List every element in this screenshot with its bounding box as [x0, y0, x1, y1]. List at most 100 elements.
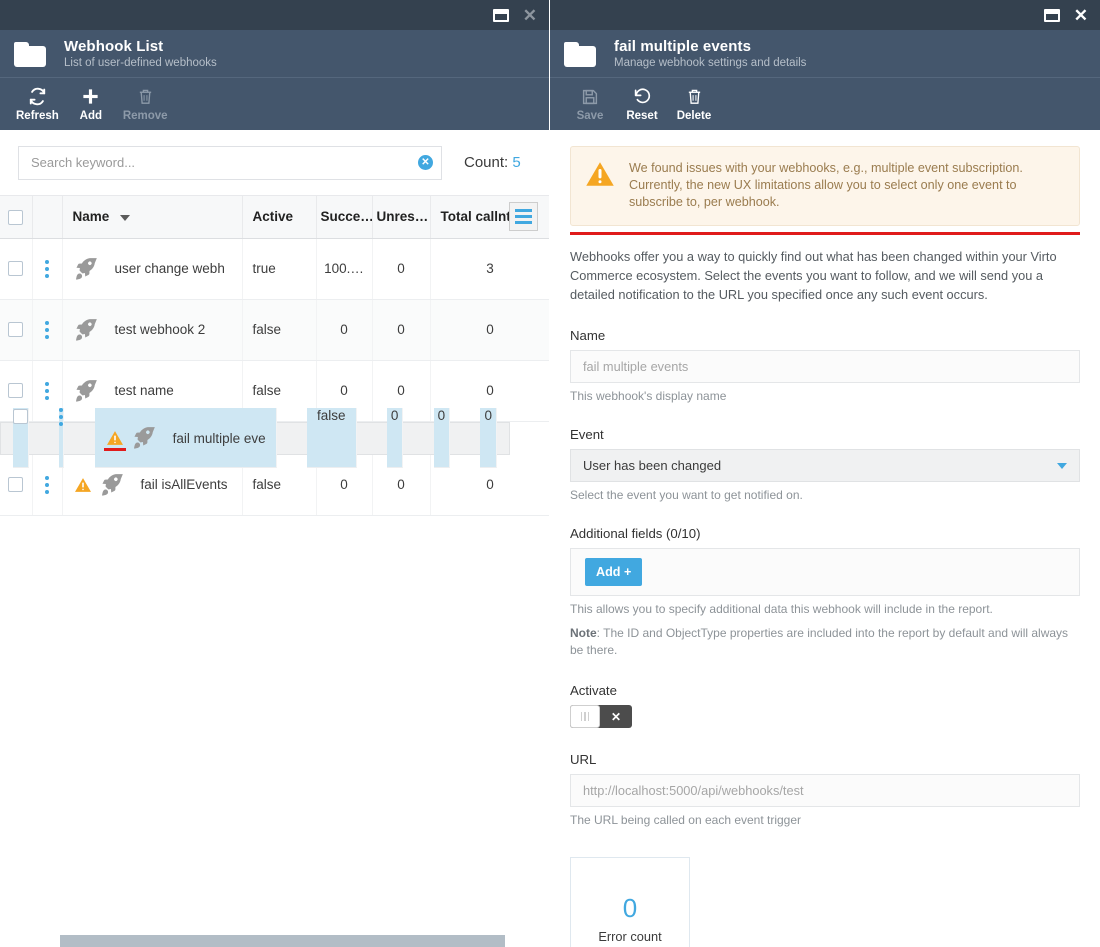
delete-label: Delete [676, 109, 712, 122]
row-actions-cell [32, 299, 63, 361]
note-text: : The ID and ObjectType properties are i… [570, 626, 1069, 657]
row-checkbox[interactable] [8, 383, 24, 399]
refresh-label: Refresh [16, 109, 59, 122]
close-icon[interactable]: ✕ [1074, 7, 1088, 24]
row-checkbox[interactable] [8, 261, 24, 277]
warning-underline [103, 448, 126, 451]
delete-button[interactable]: Delete [668, 87, 720, 122]
row-success: 100.… [316, 238, 373, 300]
row-unresolved: 0 [372, 238, 431, 300]
validation-rule-line [570, 232, 1080, 235]
left-blade-header: Webhook List List of user-defined webhoo… [0, 30, 549, 78]
rocket-icon [133, 427, 155, 449]
count-display: Count: 5 [464, 154, 521, 171]
cross-icon: ✕ [610, 709, 622, 724]
restore-icon[interactable] [492, 8, 509, 22]
url-input[interactable]: http://localhost:5000/api/webhooks/test [570, 774, 1080, 807]
note-prefix: Note [570, 626, 597, 640]
refresh-button[interactable]: Refresh [10, 87, 65, 122]
table-row[interactable]: user change webh true 100.… 0 3 [0, 238, 549, 300]
row-menu-icon[interactable] [45, 381, 49, 400]
horizontal-scrollbar[interactable] [0, 933, 549, 947]
trash-icon [137, 87, 154, 107]
additional-fields-hint: This allows you to specify additional da… [570, 602, 993, 616]
row-menu-icon[interactable] [45, 320, 49, 339]
row-menu-icon[interactable] [45, 259, 49, 278]
actions-header [32, 196, 63, 239]
additional-fields-box: Add + [570, 548, 1080, 596]
warning-alert: We found issues with your webhooks, e.g.… [570, 146, 1080, 226]
event-select[interactable]: User has been changed [570, 449, 1080, 482]
row-active: false [242, 299, 317, 361]
row-name: fail isAllEvents [140, 477, 228, 492]
event-field-group: Event User has been changed Select the e… [570, 427, 1080, 502]
column-header-name[interactable]: Name [62, 196, 243, 239]
name-cell-inner: fail multiple eve [103, 408, 266, 467]
save-button[interactable]: Save [564, 87, 616, 122]
select-all-header [0, 196, 33, 239]
additional-fields-group: Additional fields (0/10) Add + This allo… [570, 526, 1080, 616]
rocket-icon [75, 379, 97, 402]
row-checkbox[interactable] [8, 322, 24, 338]
activate-group: Activate ✕ [570, 683, 1080, 728]
warning-triangle-icon [586, 162, 614, 186]
row-actions-cell [32, 238, 63, 300]
count-value: 5 [512, 154, 521, 171]
row-active: true [242, 238, 317, 300]
page-title: Webhook List [64, 38, 164, 55]
detail-title: fail multiple events [614, 38, 752, 55]
row-menu-icon[interactable] [59, 408, 64, 426]
name-cell-inner: test webhook 2 [73, 300, 232, 360]
scrollbar-thumb[interactable] [60, 935, 505, 947]
name-input[interactable]: fail multiple events [570, 350, 1080, 383]
restore-icon[interactable] [1043, 8, 1060, 22]
row-total: 3 [430, 238, 549, 300]
intro-text: Webhooks offer you a way to quickly find… [570, 249, 1057, 302]
close-icon[interactable]: ✕ [523, 7, 537, 24]
add-field-button[interactable]: Add + [585, 558, 643, 586]
add-label: Add [79, 109, 102, 122]
url-input-placeholder: http://localhost:5000/api/webhooks/test [583, 783, 804, 798]
hamburger-menu-icon[interactable] [509, 202, 538, 231]
row-checkbox[interactable] [13, 408, 28, 424]
trash-icon [686, 87, 703, 107]
left-header-titles: Webhook List List of user-defined webhoo… [64, 38, 217, 69]
row-actions-cell [32, 360, 63, 422]
toggle-handle[interactable] [570, 705, 600, 728]
rocket-icon [75, 257, 97, 280]
table-row[interactable]: test webhook 2 false 0 0 0 [0, 299, 549, 361]
search-box[interactable]: ✕ [18, 145, 442, 180]
event-hint: Select the event you want to get notifie… [570, 488, 803, 502]
row-select-cell [13, 408, 29, 468]
url-field-group: URL http://localhost:5000/api/webhooks/t… [570, 752, 1080, 827]
column-header-total-label: Total call [440, 209, 499, 225]
row-checkbox[interactable] [8, 477, 24, 493]
detail-body: We found issues with your webhooks, e.g.… [550, 130, 1100, 947]
activate-toggle[interactable]: ✕ [570, 705, 632, 728]
row-menu-icon[interactable] [45, 475, 49, 494]
event-select-value: User has been changed [583, 458, 722, 473]
name-cell-inner: user change webh [73, 239, 232, 299]
right-toolbar: Save Reset Delete [550, 78, 1100, 130]
search-row: ✕ Count: 5 [0, 130, 549, 196]
left-toolbar: Refresh Add Remove [0, 78, 549, 130]
table-row[interactable]: fail multiple eve false 0 0 0 [0, 408, 510, 468]
select-all-checkbox[interactable] [8, 209, 24, 225]
row-success: 0 [316, 299, 373, 361]
search-input[interactable] [31, 155, 418, 170]
remove-button[interactable]: Remove [117, 87, 174, 122]
webhook-table: Name Active Succe… Unres… Total callnt u… [0, 196, 549, 516]
clear-circle-icon[interactable]: ✕ [418, 155, 433, 170]
right-titlebar: ✕ [550, 0, 1100, 30]
add-button[interactable]: Add [65, 87, 117, 122]
column-header-unresolved[interactable]: Unres… [372, 196, 431, 239]
event-label: Event [570, 427, 604, 442]
left-titlebar: ✕ [0, 0, 549, 30]
right-header-titles: fail multiple events Manage webhook sett… [614, 38, 806, 69]
row-unresolved: 0 [372, 299, 431, 361]
reset-button[interactable]: Reset [616, 87, 668, 122]
column-header-success[interactable]: Succe… [316, 196, 373, 239]
reset-icon [633, 87, 652, 107]
row-name: test webhook 2 [114, 322, 206, 337]
column-header-active[interactable]: Active [242, 196, 317, 239]
